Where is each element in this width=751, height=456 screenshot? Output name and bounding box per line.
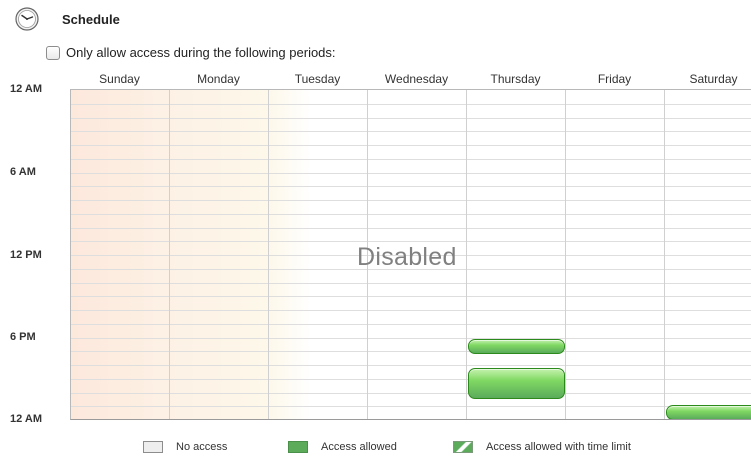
day-header-friday: Friday bbox=[597, 72, 632, 86]
legend-time-limit: Access allowed with time limit bbox=[453, 441, 631, 453]
grid-hour-line bbox=[71, 172, 751, 174]
day-header-wednesday: Wednesday bbox=[384, 72, 449, 86]
day-header-saturday: Saturday bbox=[689, 72, 738, 86]
access-block-thursday[interactable] bbox=[468, 367, 565, 400]
clock-icon bbox=[15, 7, 39, 31]
grid-day-divider bbox=[664, 90, 665, 419]
time-label-6am: 6 AM bbox=[10, 166, 36, 178]
time-label-midnight-end: 12 AM bbox=[10, 413, 42, 425]
access-block-thursday[interactable] bbox=[468, 338, 565, 354]
grid-hour-line bbox=[71, 296, 751, 298]
time-label-noon: 12 PM bbox=[10, 249, 42, 261]
grid-day-divider bbox=[169, 90, 170, 419]
restrict-periods-row[interactable]: Only allow access during the following p… bbox=[46, 45, 336, 60]
day-headers: Sunday Monday Tuesday Wednesday Thursday… bbox=[70, 72, 751, 88]
grid-hour-line bbox=[71, 200, 751, 201]
restrict-periods-checkbox[interactable] bbox=[46, 45, 60, 60]
grid-hour-line bbox=[71, 282, 751, 284]
disabled-overlay-text: Disabled bbox=[357, 243, 457, 271]
grid-hour-line bbox=[71, 337, 751, 339]
legend-label-no-access: No access bbox=[176, 441, 228, 453]
time-label-midnight-start: 12 AM bbox=[10, 83, 42, 95]
grid-hour-line bbox=[71, 365, 751, 366]
grid-day-divider bbox=[268, 90, 269, 419]
grid-hour-line bbox=[71, 213, 751, 215]
restrict-periods-label: Only allow access during the following p… bbox=[66, 45, 336, 60]
day-header-thursday: Thursday bbox=[490, 72, 541, 86]
grid-hour-line bbox=[71, 158, 751, 160]
legend-access-allowed: Access allowed bbox=[288, 441, 397, 453]
legend-label-time-limit: Access allowed with time limit bbox=[486, 441, 631, 453]
legend-no-access: No access bbox=[143, 441, 227, 453]
grid-hour-line bbox=[71, 406, 751, 408]
day-header-monday: Monday bbox=[197, 72, 240, 86]
grid-day-divider bbox=[466, 90, 467, 419]
grid-hour-line bbox=[71, 145, 751, 146]
legend-swatch-no-access bbox=[143, 441, 163, 453]
page-title: Schedule bbox=[62, 12, 120, 27]
grid-hour-line bbox=[71, 351, 751, 353]
grid-hour-line bbox=[71, 227, 751, 229]
grid-hour-line bbox=[71, 323, 751, 325]
day-header-sunday: Sunday bbox=[99, 72, 140, 86]
grid-hour-line bbox=[71, 117, 751, 119]
day-header-tuesday: Tuesday bbox=[294, 72, 341, 86]
legend-swatch-time-limit bbox=[453, 441, 473, 453]
grid-hour-line bbox=[71, 392, 751, 394]
grid-hour-line bbox=[71, 310, 751, 311]
time-label-6pm: 6 PM bbox=[10, 331, 36, 343]
legend-label-access-allowed: Access allowed bbox=[321, 441, 397, 453]
grid-hour-line bbox=[71, 186, 751, 188]
grid-hour-line bbox=[71, 378, 751, 380]
access-block-saturday[interactable] bbox=[666, 404, 751, 419]
grid-hour-line bbox=[71, 103, 751, 105]
grid-day-divider bbox=[565, 90, 566, 419]
grid-hour-line bbox=[71, 131, 751, 133]
legend-swatch-access-allowed bbox=[288, 441, 308, 453]
